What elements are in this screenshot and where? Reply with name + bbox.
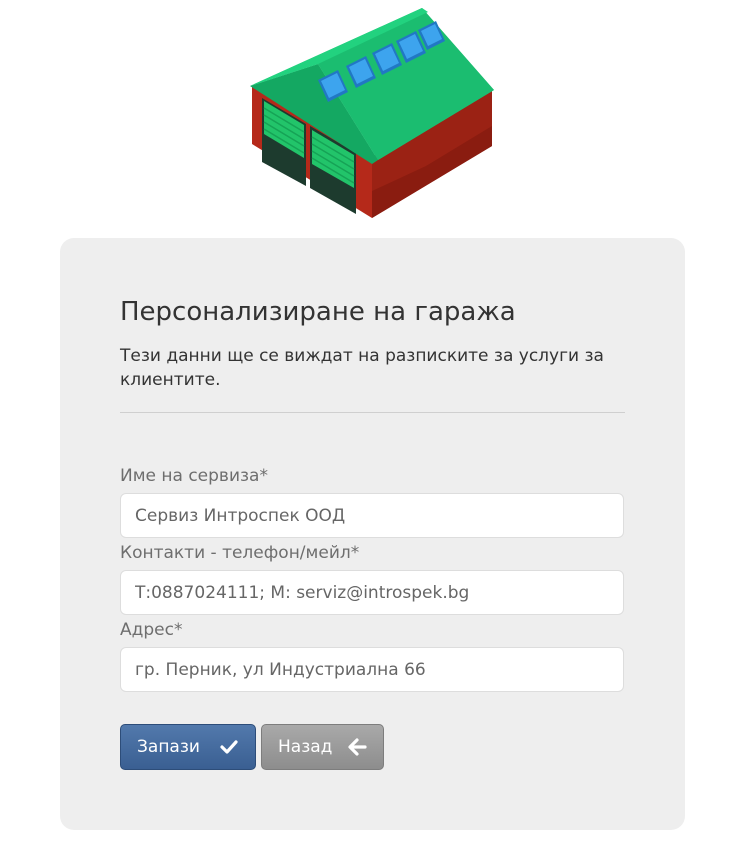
- contacts-label: Контакти - телефон/мейл*: [120, 543, 360, 563]
- garage-logo: [246, 6, 498, 220]
- divider: [120, 412, 625, 413]
- save-button-label: Запази: [137, 737, 200, 757]
- address-label: Адрес*: [120, 620, 183, 640]
- back-button[interactable]: Назад: [261, 724, 384, 770]
- service-name-label: Име на сервиза*: [120, 466, 268, 486]
- back-button-label: Назад: [278, 737, 333, 757]
- contacts-input[interactable]: [120, 570, 624, 615]
- save-button[interactable]: Запази: [120, 724, 256, 770]
- arrow-left-icon: [346, 736, 368, 758]
- address-input[interactable]: [120, 647, 624, 692]
- service-name-input[interactable]: [120, 493, 624, 538]
- page-subtitle: Тези данни ще се виждат на разписките за…: [120, 346, 604, 390]
- check-icon: [218, 736, 240, 758]
- garage-icon: [250, 8, 494, 218]
- page-title: Персонализиране на гаража: [120, 297, 516, 327]
- garage-settings-card: Персонализиране на гаража Тези данни ще …: [60, 238, 685, 830]
